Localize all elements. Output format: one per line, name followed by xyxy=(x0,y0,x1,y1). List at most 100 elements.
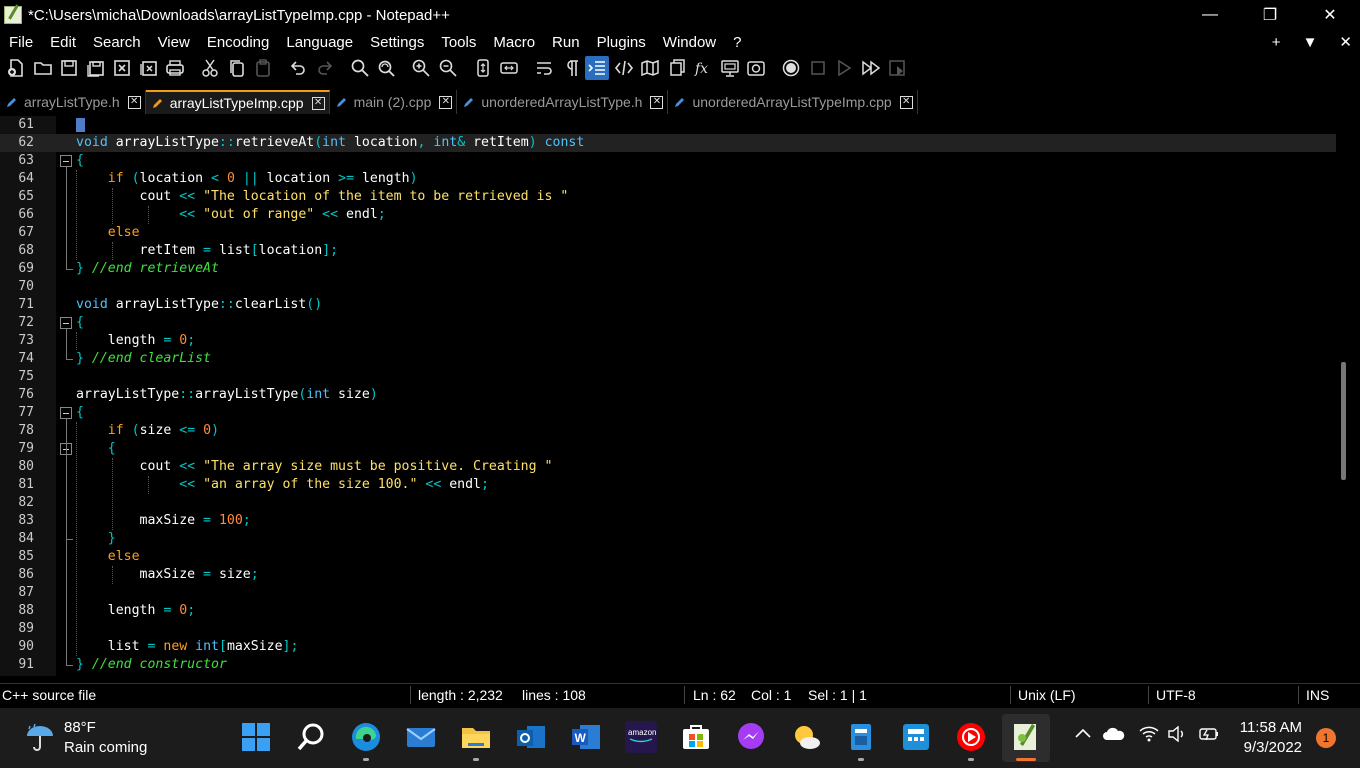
code-line[interactable]: 70 xyxy=(0,278,1336,296)
menu-language[interactable]: Language xyxy=(277,34,361,51)
system-clock[interactable]: 11:58 AM 9/3/2022 xyxy=(1240,718,1302,758)
weather-app-icon[interactable] xyxy=(790,721,822,753)
code-line[interactable]: 65 cout << "The location of the item to … xyxy=(0,188,1336,206)
code-text[interactable]: { xyxy=(76,152,84,170)
code-text[interactable]: { xyxy=(76,440,116,458)
macro-save-icon[interactable] xyxy=(885,56,909,80)
word-wrap-icon[interactable] xyxy=(532,56,556,80)
code-line[interactable]: 91} //end constructor xyxy=(0,656,1336,674)
onedrive-cloud-icon[interactable] xyxy=(1102,726,1126,746)
print-icon[interactable] xyxy=(163,56,187,80)
youtube-music-icon[interactable] xyxy=(955,721,987,753)
code-text[interactable]: } //end retrieveAt xyxy=(76,260,219,278)
code-line[interactable]: 73 length = 0; xyxy=(0,332,1336,350)
fold-toggle-icon[interactable] xyxy=(60,407,72,419)
tab-unorderedarraylisttypeimp-cpp[interactable]: unorderedArrayListTypeImp.cpp ✕ xyxy=(668,90,918,114)
menu-view[interactable]: View xyxy=(149,34,198,51)
fold-toggle-icon[interactable] xyxy=(60,317,72,329)
word-icon[interactable]: W xyxy=(570,721,602,753)
code-text[interactable]: retItem = list[location]; xyxy=(76,242,339,260)
tab-main-2-cpp[interactable]: main (2).cpp ✕ xyxy=(330,90,458,114)
code-line[interactable]: 75 xyxy=(0,368,1336,386)
code-line[interactable]: 69} //end retrieveAt xyxy=(0,260,1336,278)
menu-search[interactable]: Search xyxy=(84,34,149,51)
code-line[interactable]: 61 xyxy=(0,116,1336,134)
file-explorer-icon[interactable] xyxy=(460,721,492,753)
zoom-out-icon[interactable] xyxy=(436,56,460,80)
code-line[interactable]: 66 << "out of range" << endl; xyxy=(0,206,1336,224)
code-text[interactable]: length = 0; xyxy=(76,332,195,350)
status-encoding[interactable]: UTF-8 xyxy=(1156,687,1196,703)
code-line[interactable]: 80 cout << "The array size must be posit… xyxy=(0,458,1336,476)
monitoring-icon[interactable] xyxy=(744,56,768,80)
restore-button[interactable]: ❐ xyxy=(1240,0,1300,30)
code-line[interactable]: 78 if (size <= 0) xyxy=(0,422,1336,440)
code-line[interactable]: 74} //end clearList xyxy=(0,350,1336,368)
close-file-icon[interactable] xyxy=(110,56,134,80)
messenger-icon[interactable] xyxy=(735,721,767,753)
menu-window[interactable]: Window xyxy=(654,34,724,51)
code-line[interactable]: 82 xyxy=(0,494,1336,512)
battery-icon[interactable] xyxy=(1198,726,1220,746)
indent-guide-icon[interactable] xyxy=(585,56,609,80)
tab-arraylisttype-h[interactable]: arrayListType.h ✕ xyxy=(0,90,146,114)
tab-close-button[interactable]: ✕ xyxy=(439,95,453,109)
tab-close-button[interactable]: ✕ xyxy=(650,95,664,109)
menu-tools[interactable]: Tools xyxy=(432,34,484,51)
macro-run-multiple-icon[interactable] xyxy=(859,56,883,80)
code-text[interactable]: maxSize = size; xyxy=(76,566,259,584)
menu-settings[interactable]: Settings xyxy=(361,34,432,51)
code-text[interactable]: << "out of range" << endl; xyxy=(76,206,386,224)
code-line[interactable]: 76 arrayListType::arrayListType(int size) xyxy=(0,386,1336,404)
zoom-in-icon[interactable] xyxy=(409,56,433,80)
code-text[interactable]: { xyxy=(76,314,84,332)
tab-close-button[interactable]: ✕ xyxy=(127,95,141,109)
macro-record-icon[interactable] xyxy=(779,56,803,80)
tab-close-button[interactable]: ✕ xyxy=(311,96,325,110)
code-line[interactable]: 85 else xyxy=(0,548,1336,566)
save-all-icon[interactable] xyxy=(84,56,108,80)
code-text[interactable]: cout << "The location of the item to be … xyxy=(76,188,569,206)
code-line[interactable]: 81 << "an array of the size 100." << end… xyxy=(0,476,1336,494)
code-line[interactable]: 90 list = new int[maxSize]; xyxy=(0,638,1336,656)
microsoft-store-icon[interactable] xyxy=(680,721,712,753)
start-windows-icon[interactable] xyxy=(240,721,272,753)
code-line[interactable]: 84 } xyxy=(0,530,1336,548)
code-text[interactable]: void arrayListType::clearList() xyxy=(76,296,322,314)
code-line[interactable]: 71 void arrayListType::clearList() xyxy=(0,296,1336,314)
code-text[interactable]: } xyxy=(76,530,116,548)
show-all-chars-icon[interactable] xyxy=(559,56,583,80)
code-line[interactable]: 89 xyxy=(0,620,1336,638)
close-all-icon[interactable] xyxy=(137,56,161,80)
close-tab-button[interactable]: ✕ xyxy=(1339,33,1352,51)
xml-tag-icon[interactable] xyxy=(612,56,636,80)
code-line[interactable]: 67 else xyxy=(0,224,1336,242)
code-text[interactable]: << "an array of the size 100." << endl; xyxy=(76,476,489,494)
new-tab-button[interactable]: + xyxy=(1272,34,1281,51)
macro-stop-icon[interactable] xyxy=(806,56,830,80)
wifi-icon[interactable] xyxy=(1139,726,1159,746)
save-icon[interactable] xyxy=(57,56,81,80)
search-icon[interactable] xyxy=(295,721,327,753)
tab-arraylisttypeimp-cpp[interactable]: arrayListTypeImp.cpp ✕ xyxy=(145,90,330,114)
copy-icon[interactable] xyxy=(225,56,249,80)
code-line[interactable]: 72 { xyxy=(0,314,1336,332)
notepad-plus-plus-taskbar-icon[interactable] xyxy=(1002,714,1050,762)
app-icon[interactable] xyxy=(845,721,877,753)
tab-list-button[interactable]: ▼ xyxy=(1303,34,1318,51)
close-button[interactable]: ✕ xyxy=(1300,0,1360,30)
code-text[interactable]: list = new int[maxSize]; xyxy=(76,638,299,656)
code-text[interactable]: else xyxy=(76,224,140,242)
find-icon[interactable] xyxy=(348,56,372,80)
minimize-button[interactable]: — xyxy=(1180,0,1240,30)
document-map-icon[interactable] xyxy=(638,56,662,80)
code-text[interactable]: arrayListType::arrayListType(int size) xyxy=(76,386,378,404)
menu-help[interactable]: ? xyxy=(724,34,749,51)
calculator-app-icon[interactable] xyxy=(900,721,932,753)
code-text[interactable]: cout << "The array size must be positive… xyxy=(76,458,553,476)
code-text[interactable]: if (location < 0 || location >= length) xyxy=(76,170,418,188)
outlook-icon[interactable] xyxy=(515,721,547,753)
paste-icon[interactable] xyxy=(251,56,275,80)
function-list-icon[interactable]: fx xyxy=(691,56,715,80)
code-line[interactable]: 83 maxSize = 100; xyxy=(0,512,1336,530)
